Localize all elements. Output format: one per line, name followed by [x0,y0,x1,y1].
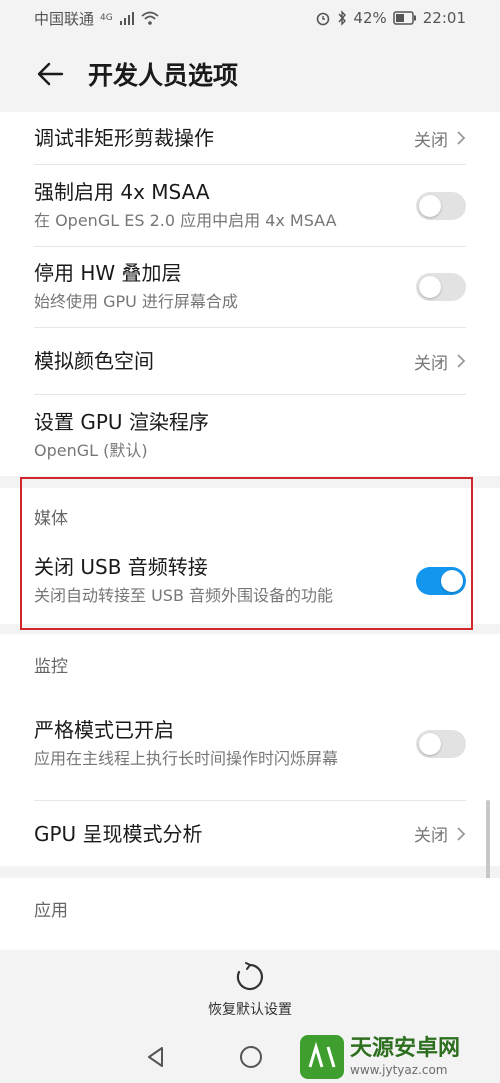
toggle-force-msaa[interactable] [416,191,466,220]
carrier-label: 中国联通 [34,9,95,28]
toggle-knob [419,194,441,217]
row-simulate-color[interactable]: 模拟颜色空间 关闭 [34,328,466,394]
row-title: 停用 HW 叠加层 [34,261,182,285]
value-text: 关闭 [414,826,448,846]
watermark-logo-icon [300,1034,344,1079]
home-circle-icon[interactable] [238,1044,264,1070]
settings-group-monitoring: 监控 严格模式已开启 应用在主线程上执行长时间操作时闪烁屏幕 GPU 呈现模式分… [0,634,500,866]
watermark-url: www.jytyaz.com [350,1062,448,1077]
page-title: 开发人员选项 [88,61,239,90]
alarm-icon [317,12,330,26]
wifi-icon [141,11,159,25]
settings-group-rendering: 调试非矩形剪裁操作 关闭 强制启用 4x MSAA 在 OpenGL ES 2.… [0,112,500,476]
row-gpu-profile[interactable]: GPU 呈现模式分析 关闭 [34,801,466,866]
row-title: 模拟颜色空间 [34,349,154,373]
row-title: 调试非矩形剪裁操作 [34,126,214,150]
toggle-strict-mode[interactable] [416,730,466,758]
clock: 22:01 [422,9,466,27]
status-bar: 中国联通 4G 42% 22:01 [0,0,500,36]
chevron-right-icon [457,826,466,841]
signal-icon [119,12,134,25]
watermark: 天源安卓网 www.jytyaz.com [300,1030,500,1083]
row-title: GPU 呈现模式分析 [34,821,203,846]
back-triangle-icon[interactable] [144,1045,168,1069]
row-disable-hw-overlay[interactable]: 停用 HW 叠加层 始终使用 GPU 进行屏幕合成 [34,247,466,327]
watermark-name: 天源安卓网 [350,1035,461,1061]
section-header-apps: 应用 [34,901,68,921]
title-bar: 开发人员选项 [0,36,500,112]
settings-group-apps: 应用 [0,878,500,958]
row-force-msaa[interactable]: 强制启用 4x MSAA 在 OpenGL ES 2.0 应用中启用 4x MS… [34,165,466,246]
reset-icon [236,962,263,991]
row-subtitle: 始终使用 GPU 进行屏幕合成 [34,292,238,311]
section-header-monitoring: 监控 [34,657,68,677]
row-subtitle: 应用在主线程上执行长时间操作时闪烁屏幕 [34,749,339,768]
toggle-knob [419,733,441,755]
row-strict-mode[interactable]: 严格模式已开启 应用在主线程上执行长时间操作时闪烁屏幕 [34,690,466,798]
row-title: 设置 GPU 渲染程序 [34,409,209,434]
highlight-box [20,477,473,630]
value-text: 关闭 [414,353,448,374]
row-subtitle: OpenGL (默认) [34,440,148,460]
row-value: 关闭 [414,126,466,151]
battery-percent: 42% [353,9,387,27]
row-title: 严格模式已开启 [34,718,174,742]
row-debug-nonrect[interactable]: 调试非矩形剪裁操作 关闭 [34,112,466,164]
reset-defaults-button[interactable]: 恢复默认设置 [0,950,500,1030]
back-button[interactable] [34,58,66,90]
battery-icon [393,11,416,25]
chevron-right-icon [457,354,466,368]
row-value: 关闭 [414,349,466,374]
reset-label: 恢复默认设置 [208,1002,292,1018]
back-arrow-icon [37,62,64,86]
toggle-disable-hw[interactable] [416,273,466,301]
row-value: 关闭 [414,821,466,846]
row-title: 强制启用 4x MSAA [34,179,210,204]
row-subtitle: 在 OpenGL ES 2.0 应用中启用 4x MSAA [34,210,337,230]
chevron-right-icon [457,131,466,145]
bluetooth-icon [338,10,347,26]
network-type: 4G [100,13,113,23]
value-text: 关闭 [414,130,448,151]
row-gpu-renderer[interactable]: 设置 GPU 渲染程序 OpenGL (默认) [34,395,466,476]
toggle-knob [419,276,441,298]
